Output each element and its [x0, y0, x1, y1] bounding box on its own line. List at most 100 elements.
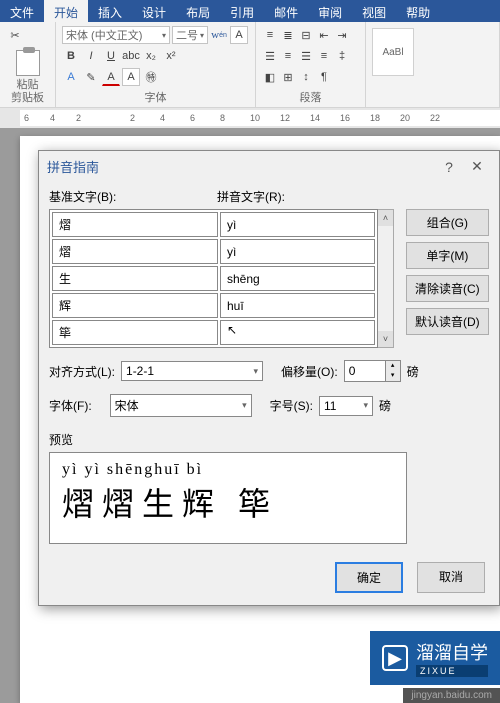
font-label: 字体(F):: [49, 397, 92, 414]
chevron-down-icon: ▾: [242, 400, 247, 411]
align-center-icon[interactable]: ≡: [280, 47, 296, 65]
play-icon: ▶: [382, 645, 408, 671]
base-cell[interactable]: 辉: [52, 293, 218, 318]
sort-icon[interactable]: ↕: [298, 68, 314, 86]
horizontal-ruler[interactable]: 6 4 2 2 4 6 8 10 12 14 16 18 20 22: [20, 110, 500, 126]
size-combo[interactable]: 11 ▾: [319, 396, 373, 416]
grow-font-icon[interactable]: wén: [210, 26, 228, 44]
offset-spinner[interactable]: ▴▾: [344, 360, 401, 382]
base-cell[interactable]: 熠: [52, 212, 218, 237]
styles-group: AaBl: [366, 22, 500, 107]
table-row: 辉 huī: [52, 293, 375, 318]
paragraph-group: ≡ ≣ ⊟ ⇤ ⇥ ☰ ≡ ☰ ≡ ‡ ◧ ⊞ ↕ ¶ 段落: [256, 22, 366, 107]
size-value: 11: [324, 399, 336, 413]
font-combo[interactable]: 宋体 ▾: [110, 394, 252, 417]
table-scrollbar[interactable]: ˄ ˅: [378, 209, 394, 348]
scroll-up-icon[interactable]: ˄: [378, 210, 393, 226]
combine-button[interactable]: 组合(G): [406, 209, 489, 236]
subscript-icon[interactable]: x₂: [142, 47, 160, 65]
tab-references[interactable]: 引用: [220, 0, 264, 22]
enclose-icon[interactable]: ㊕: [142, 68, 160, 86]
clipboard-icon: [16, 50, 40, 76]
tab-view[interactable]: 视图: [352, 0, 396, 22]
text-effect-icon[interactable]: A: [62, 68, 80, 86]
dialog-titlebar[interactable]: 拼音指南 ? ✕: [39, 151, 499, 182]
chevron-down-icon: ▾: [162, 31, 166, 40]
clear-reading-button[interactable]: 清除读音(C): [406, 275, 489, 302]
style-normal[interactable]: AaBl: [372, 28, 414, 76]
font-size-combo[interactable]: 二号▾: [172, 26, 208, 44]
chevron-down-icon: ▾: [363, 400, 368, 411]
paste-button[interactable]: 粘贴: [6, 50, 49, 92]
close-button[interactable]: ✕: [463, 158, 491, 175]
strike-icon[interactable]: abc: [122, 47, 140, 65]
ruby-cell[interactable]: yì: [220, 239, 375, 264]
offset-unit: 磅: [407, 363, 419, 380]
tab-review[interactable]: 审阅: [308, 0, 352, 22]
bold-icon[interactable]: B: [62, 47, 80, 65]
tab-home[interactable]: 开始: [44, 0, 88, 22]
size-label: 字号(S):: [270, 397, 313, 414]
align-value: 1-2-1: [126, 364, 154, 378]
justify-icon[interactable]: ≡: [316, 47, 332, 65]
ribbon: ✂ 粘贴 剪贴板 宋体 (中文正文) ▾ 二号▾ wén A B I U abc …: [0, 22, 500, 108]
single-button[interactable]: 单字(M): [406, 242, 489, 269]
char-border-icon[interactable]: A: [230, 26, 248, 44]
italic-icon[interactable]: I: [82, 47, 100, 65]
base-cell[interactable]: 生: [52, 266, 218, 291]
show-marks-icon[interactable]: ¶: [316, 68, 332, 86]
size-unit: 磅: [379, 397, 391, 414]
align-right-icon[interactable]: ☰: [298, 47, 314, 65]
tab-layout[interactable]: 布局: [176, 0, 220, 22]
char-shading-icon[interactable]: A: [122, 68, 140, 86]
help-button[interactable]: ?: [435, 159, 463, 175]
paragraph-label: 段落: [256, 89, 365, 105]
spin-down-icon[interactable]: ▾: [386, 371, 400, 381]
offset-input[interactable]: [344, 360, 386, 382]
superscript-icon[interactable]: x²: [162, 47, 180, 65]
base-cell[interactable]: 熠: [52, 239, 218, 264]
shading-icon[interactable]: ◧: [262, 68, 278, 86]
align-left-icon[interactable]: ☰: [262, 47, 278, 65]
cut-icon[interactable]: ✂: [6, 26, 24, 44]
indent-left-icon[interactable]: ⇤: [316, 26, 332, 44]
borders-icon[interactable]: ⊞: [280, 68, 296, 86]
indent-right-icon[interactable]: ⇥: [334, 26, 350, 44]
font-group: 宋体 (中文正文) ▾ 二号▾ wén A B I U abc x₂ x² A ✎…: [56, 22, 256, 107]
ruby-cell[interactable]: huī: [220, 293, 375, 318]
scroll-down-icon[interactable]: ˅: [378, 331, 393, 347]
chevron-down-icon: ▾: [200, 31, 204, 40]
underline-icon[interactable]: U: [102, 47, 120, 65]
numbering-icon[interactable]: ≣: [280, 26, 296, 44]
cancel-button[interactable]: 取消: [417, 562, 485, 593]
preview-hanzi: 熠熠生辉 筚: [62, 479, 394, 525]
watermark-brand: 溜溜自学: [416, 639, 488, 665]
tab-mail[interactable]: 邮件: [264, 0, 308, 22]
font-name-combo[interactable]: 宋体 (中文正文) ▾: [62, 26, 170, 44]
ok-button[interactable]: 确定: [335, 562, 403, 593]
chevron-down-icon: ▾: [253, 366, 258, 377]
spin-up-icon[interactable]: ▴: [386, 361, 400, 371]
base-cell[interactable]: 筚: [52, 320, 218, 345]
tab-help[interactable]: 帮助: [396, 0, 440, 22]
ruby-cell[interactable]: ↖: [220, 320, 375, 345]
multilevel-icon[interactable]: ⊟: [298, 26, 314, 44]
ruby-cell[interactable]: yì: [220, 212, 375, 237]
font-color-icon[interactable]: A: [102, 68, 120, 86]
line-spacing-icon[interactable]: ‡: [334, 47, 350, 65]
watermark: ▶ 溜溜自学 ZIXUE: [370, 631, 500, 685]
ruby-cell[interactable]: shēng: [220, 266, 375, 291]
font-value: 宋体: [115, 397, 139, 414]
tab-design[interactable]: 设计: [132, 0, 176, 22]
tab-insert[interactable]: 插入: [88, 0, 132, 22]
align-combo[interactable]: 1-2-1 ▾: [121, 361, 263, 381]
watermark-sub: ZIXUE: [416, 665, 488, 677]
clipboard-group: ✂ 粘贴 剪贴板: [0, 22, 56, 107]
highlight-icon[interactable]: ✎: [82, 68, 100, 86]
default-reading-button[interactable]: 默认读音(D): [406, 308, 489, 335]
tab-file[interactable]: 文件: [0, 0, 44, 22]
ruby-text-header: 拼音文字(R):: [217, 188, 285, 205]
font-name-value: 宋体 (中文正文): [66, 27, 142, 43]
preview-ruby: yì yì shēnghuī bì: [62, 461, 394, 479]
bullets-icon[interactable]: ≡: [262, 26, 278, 44]
